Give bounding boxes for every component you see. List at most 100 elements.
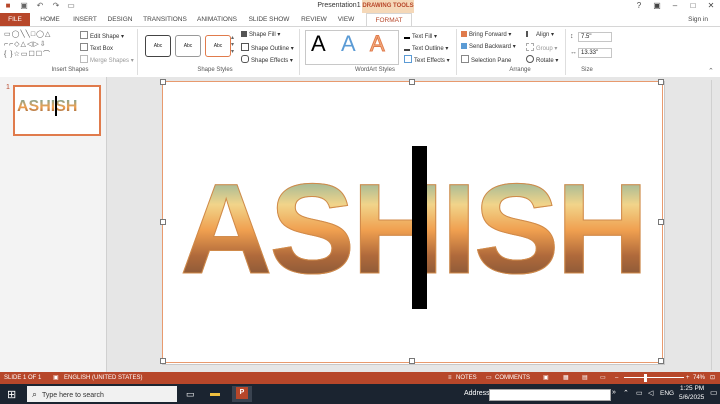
text-effects-label: Text Effects (414, 58, 445, 64)
selection-pane-button[interactable]: Selection Pane (461, 55, 511, 64)
volume-icon[interactable]: ◁ (648, 389, 653, 397)
window-title: Presentation1 - PowerPoint (317, 2, 403, 9)
zoom-level[interactable]: 74% (693, 372, 705, 384)
taskbar-search-box[interactable]: ⌕ Type here to search (27, 386, 177, 402)
show-hidden-icons-icon[interactable]: ⌃ (623, 389, 629, 397)
tab-view[interactable]: VIEW (334, 13, 358, 26)
sign-in-link[interactable]: Sign in (688, 16, 708, 23)
edit-shape-button[interactable]: Edit Shape ▾ (80, 31, 124, 40)
title-bar: ■ ▣ ↶ ↷ ▭ Presentation1 - PowerPoint DRA… (0, 0, 720, 13)
zoom-in-icon[interactable]: + (686, 372, 690, 384)
fit-to-window-icon[interactable]: ⊡ (710, 372, 715, 384)
shapes-gallery[interactable]: ▭◯╲╲□◯△ ⌐⌐◇△◁▷⇩{ }☆▭☐☐⌒ (4, 30, 76, 64)
thumbnail-text: ASHISH (17, 98, 78, 115)
tab-design[interactable]: DESIGN (104, 13, 136, 26)
width-field[interactable]: 13.33" (578, 48, 612, 58)
clock-date[interactable]: 5/6/2025 (679, 394, 704, 401)
wordart-styles-group-label: WordArt Styles (355, 67, 395, 73)
collapse-ribbon-icon[interactable]: ⌃ (708, 67, 714, 75)
group-label: Group (536, 46, 553, 52)
wordart-style-3[interactable]: A (370, 31, 386, 57)
text-fill-button[interactable]: Text Fill ▾ (404, 31, 437, 40)
tab-review[interactable]: REVIEW (298, 13, 330, 26)
address-expand-icon[interactable]: » (612, 389, 616, 396)
rotate-label: Rotate (536, 58, 554, 64)
slideshow-view-icon[interactable]: ▭ (600, 372, 606, 384)
rotate-button[interactable]: Rotate ▾ (526, 55, 558, 64)
slide-sorter-icon[interactable]: ▦ (563, 372, 569, 384)
tab-insert[interactable]: INSERT (70, 13, 100, 26)
zoom-out-icon[interactable]: – (615, 372, 618, 384)
gallery-scroll-icon[interactable]: ▴ ▾ ▾ (231, 35, 234, 56)
shape-effects-icon (241, 55, 249, 63)
bring-forward-button[interactable]: Bring Forward ▾ (461, 31, 511, 38)
height-field[interactable]: 7.5" (578, 32, 612, 42)
notes-button[interactable]: NOTES (456, 372, 477, 384)
align-label: Align (536, 32, 550, 38)
size-group-label: Size (581, 67, 593, 73)
tab-home[interactable]: HOME (36, 13, 64, 26)
insert-shapes-group-label: Insert Shapes (51, 67, 89, 73)
shape-effects-button[interactable]: Shape Effects ▾ (241, 55, 293, 64)
shape-style-3[interactable]: Abc (205, 35, 231, 57)
group-icon (526, 43, 534, 51)
edit-shape-label: Edit Shape (90, 34, 120, 40)
text-outline-button[interactable]: Text Outline ▾ (404, 43, 448, 52)
comments-button[interactable]: COMMENTS (495, 372, 530, 384)
text-box-button[interactable]: Text Box (80, 43, 113, 52)
close-icon[interactable]: ✕ (702, 0, 720, 12)
powerpoint-taskbar-icon: P (236, 387, 248, 399)
tab-animations[interactable]: ANIMATIONS (194, 13, 240, 26)
wordart-style-2[interactable]: A (341, 31, 356, 57)
notifications-icon[interactable]: ▭ (710, 388, 718, 397)
help-icon[interactable]: ? (630, 0, 648, 12)
tab-format[interactable]: FORMAT (366, 13, 412, 27)
resize-handle[interactable] (160, 219, 166, 225)
shape-styles-group-label: Shape Styles (197, 67, 233, 73)
resize-handle[interactable] (409, 79, 415, 85)
wordart-style-1[interactable]: A (311, 31, 326, 57)
language-status[interactable]: ENGLISH (UNITED STATES) (64, 372, 142, 384)
send-backward-label: Send Backward (469, 44, 512, 50)
zoom-slider[interactable] (624, 377, 684, 378)
tab-transitions[interactable]: TRANSITIONS (142, 13, 188, 26)
zoom-slider-thumb[interactable] (644, 374, 647, 382)
group-button[interactable]: Group ▾ (526, 43, 557, 52)
clock-time[interactable]: 1:25 PM (680, 385, 704, 392)
shape-style-2[interactable]: Abc (175, 35, 201, 57)
input-language[interactable]: ENG (660, 390, 674, 397)
windows-start-icon[interactable]: ⊞ (7, 388, 16, 401)
resize-handle[interactable] (658, 358, 664, 364)
selection-pane-label: Selection Pane (471, 58, 512, 64)
ribbon-divider (565, 29, 566, 75)
align-button[interactable]: Align ▾ (526, 31, 554, 38)
address-input[interactable] (489, 389, 611, 401)
thumbnail-bar (55, 96, 57, 116)
vertical-scrollbar[interactable] (711, 80, 720, 370)
task-view-icon[interactable]: ▭ (186, 389, 195, 400)
file-explorer-icon[interactable]: ▬ (210, 388, 220, 399)
tab-slide-show[interactable]: SLIDE SHOW (246, 13, 292, 26)
shape-style-1[interactable]: Abc (145, 35, 171, 57)
shape-fill-button[interactable]: Shape Fill ▾ (241, 31, 280, 38)
resize-handle[interactable] (409, 358, 415, 364)
normal-view-icon[interactable]: ▣ (543, 372, 549, 384)
text-effects-button[interactable]: Text Effects ▾ (404, 55, 450, 64)
resize-handle[interactable] (658, 79, 664, 85)
resize-handle[interactable] (658, 219, 664, 225)
maximize-icon[interactable]: □ (684, 0, 702, 12)
edit-shape-icon (80, 31, 88, 39)
shape-effects-label: Shape Effects (251, 58, 289, 64)
network-icon[interactable]: ▭ (636, 389, 643, 397)
send-backward-button[interactable]: Send Backward ▾ (461, 43, 516, 50)
minimize-icon[interactable]: – (666, 0, 684, 12)
resize-handle[interactable] (160, 79, 166, 85)
shape-outline-button[interactable]: Shape Outline ▾ (241, 43, 294, 52)
ribbon-options-icon[interactable]: ▣ (648, 0, 666, 12)
reading-view-icon[interactable]: ▤ (582, 372, 588, 384)
spelling-icon[interactable]: ▣ (53, 372, 59, 384)
merge-shapes-button[interactable]: Merge Shapes ▾ (80, 55, 134, 64)
tab-file[interactable]: FILE (0, 13, 30, 26)
slide-number: 1 (6, 84, 10, 91)
resize-handle[interactable] (160, 358, 166, 364)
